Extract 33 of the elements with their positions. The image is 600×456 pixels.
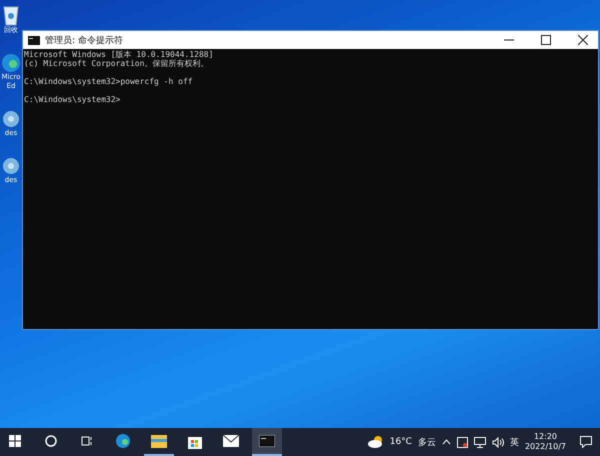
windows-logo-icon <box>9 435 21 447</box>
weather-text: 多云 <box>418 436 436 448</box>
temperature-text: 16°C <box>390 437 412 447</box>
edge-icon[interactable] <box>1 53 21 73</box>
date-text: 2022/10/7 <box>524 442 566 452</box>
task-view-icon <box>81 435 93 447</box>
input-method-text[interactable]: 英 <box>510 436 519 448</box>
console-line: Microsoft Windows [版本 10.0.19044.1288] <box>24 50 214 59</box>
circle-icon <box>45 435 57 447</box>
edge-icon <box>115 433 131 449</box>
time-text: 12:20 <box>534 432 558 442</box>
console-icon <box>259 435 275 447</box>
notification-icon[interactable] <box>580 436 592 448</box>
envelope-icon <box>223 435 239 447</box>
folder-icon <box>151 434 167 448</box>
network-icon[interactable] <box>474 436 486 448</box>
maximize-icon <box>541 35 551 45</box>
console-icon <box>28 36 40 44</box>
recycle-bin-icon[interactable] <box>1 4 21 26</box>
tray-app-icon[interactable] <box>456 436 468 448</box>
weather-cloud-icon <box>368 435 384 449</box>
gear-icon[interactable] <box>1 109 21 129</box>
gear-icon[interactable] <box>1 156 21 176</box>
speaker-icon[interactable] <box>492 436 504 448</box>
console-line: (c) Microsoft Corporation。保留所有权利。 <box>24 59 208 68</box>
chevron-up-icon[interactable] <box>442 439 451 445</box>
clock[interactable]: 12:20 2022/10/7 <box>524 432 566 452</box>
console-line: C:\Windows\system32> <box>24 95 120 104</box>
window-title: 管理员: 命令提示符 <box>45 34 123 46</box>
taskbar-app-button[interactable] <box>252 428 282 456</box>
console-area[interactable]: Microsoft Windows [版本 10.0.19044.1288] (c) Microsoft Corporation。保留所有权利。 C:\Windows\system32>powercfg -h off C:\Windows\system32> <box>23 49 598 329</box>
close-icon <box>578 35 588 45</box>
console-line: C:\Windows\system32>powercfg -h off <box>24 77 193 86</box>
